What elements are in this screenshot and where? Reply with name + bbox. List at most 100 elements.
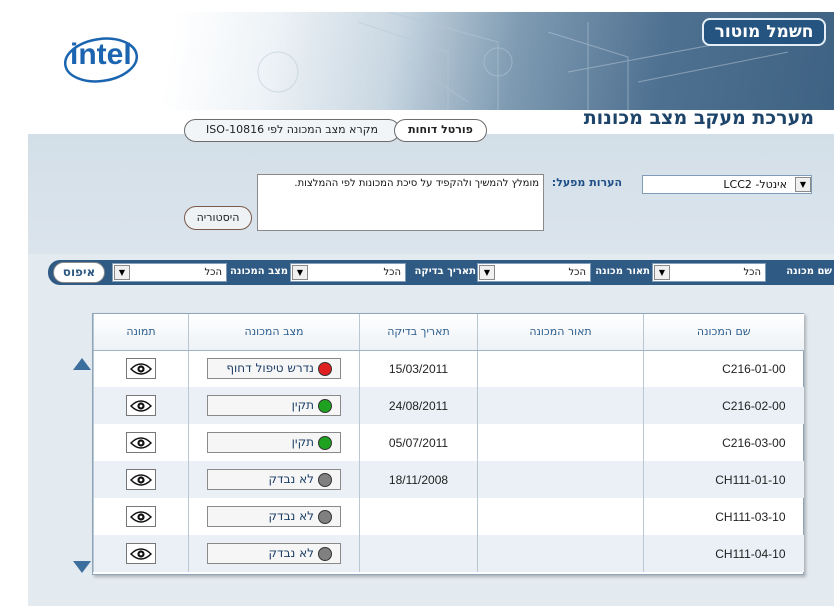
- filter-machine-desc-select[interactable]: הכל ▼: [477, 263, 591, 282]
- status-badge[interactable]: לא נבדק: [207, 506, 341, 527]
- eye-icon: [130, 363, 152, 375]
- machine-state-cell: תקין: [188, 424, 360, 461]
- status-badge[interactable]: תקין: [207, 395, 341, 416]
- check-date: 18/11/2008: [388, 472, 449, 487]
- filter-machine-name-value: הכל: [743, 267, 761, 278]
- column-header-name[interactable]: שם המכונה: [643, 314, 804, 351]
- status-text: לא נבדק: [268, 472, 314, 486]
- status-badge[interactable]: לא נבדק: [207, 469, 341, 490]
- machine-name[interactable]: CH111-04-10: [652, 547, 804, 561]
- check-date-cell: 15/03/2011: [359, 350, 478, 387]
- view-image-button[interactable]: [126, 543, 156, 564]
- machine-name-cell[interactable]: CH111-04-10: [643, 535, 804, 572]
- header-banner: intel חשמל מוטור: [28, 12, 834, 110]
- table-row[interactable]: C216-03-00 05/07/2011 תקין: [93, 424, 804, 461]
- status-badge[interactable]: תקין: [207, 432, 341, 453]
- view-image-button[interactable]: [126, 469, 156, 490]
- column-header-state[interactable]: מצב המכונה: [188, 314, 360, 351]
- status-text: לא נבדק: [268, 509, 314, 523]
- status-badge[interactable]: נדרש טיפול דחוף: [207, 358, 341, 380]
- machine-name-cell[interactable]: C216-02-00: [643, 387, 804, 424]
- check-date-cell: [359, 535, 478, 572]
- column-header-date[interactable]: תאריך בדיקה: [359, 314, 478, 351]
- machine-desc-cell: [477, 498, 644, 535]
- image-cell: [93, 387, 189, 424]
- eye-icon: [130, 437, 152, 449]
- machine-name-cell[interactable]: CH111-01-10: [643, 461, 804, 498]
- status-text: נדרש טיפול דחוף: [226, 361, 314, 376]
- machines-table: שם המכונה תאור המכונה תאריך בדיקה מצב המ…: [92, 313, 804, 575]
- machine-name[interactable]: CH111-01-10: [652, 473, 804, 487]
- check-date: 15/03/2011: [388, 361, 449, 376]
- machine-desc-cell: [477, 461, 644, 498]
- machine-state-cell: לא נבדק: [188, 461, 360, 498]
- filter-check-date-value: הכל: [383, 267, 401, 278]
- machine-name-cell[interactable]: C216-03-00: [643, 424, 804, 461]
- table-row[interactable]: CH111-03-10 לא נבדק: [93, 498, 804, 535]
- machine-name[interactable]: C216-03-00: [652, 436, 804, 450]
- column-header-image: תמונה: [93, 314, 189, 351]
- check-date: 24/08/2011: [388, 398, 449, 413]
- intel-logo: intel: [70, 38, 132, 71]
- machine-name[interactable]: C216-01-00: [652, 362, 804, 376]
- machine-name[interactable]: C216-02-00: [652, 399, 804, 413]
- machine-name-cell[interactable]: C216-01-00: [643, 350, 804, 387]
- filter-machine-state-label: מצב המכונה: [230, 266, 288, 277]
- status-indicator-icon: [318, 547, 332, 561]
- tab-iso-legend[interactable]: מקרא מצב המכונה לפי ISO-10816: [184, 119, 400, 142]
- filter-machine-state-select[interactable]: הכל ▼: [112, 263, 227, 282]
- status-text: תקין: [291, 435, 314, 449]
- chevron-down-icon[interactable]: ▼: [114, 265, 130, 280]
- machine-select[interactable]: אינטל- LCC2 ▼: [642, 175, 812, 194]
- table-row[interactable]: C216-01-00 15/03/2011 נדרש טיפול דחוף: [93, 350, 804, 387]
- chevron-down-icon[interactable]: ▼: [654, 265, 670, 280]
- machine-desc-cell: [477, 424, 644, 461]
- reset-button[interactable]: איפוס: [53, 262, 105, 283]
- filter-machine-state-value: הכל: [204, 267, 222, 278]
- column-header-desc[interactable]: תאור המכונה: [477, 314, 644, 351]
- machine-desc-cell: [477, 535, 644, 572]
- check-date-cell: 05/07/2011: [359, 424, 478, 461]
- status-badge[interactable]: לא נבדק: [207, 543, 341, 564]
- view-image-button[interactable]: [126, 506, 156, 527]
- history-button[interactable]: היסטוריה: [184, 206, 252, 230]
- filter-check-date-select[interactable]: הכל ▼: [290, 263, 406, 282]
- eye-icon: [130, 548, 152, 560]
- machine-state-cell: לא נבדק: [188, 535, 360, 572]
- status-text: לא נבדק: [268, 546, 314, 560]
- chevron-down-icon[interactable]: ▼: [292, 265, 308, 280]
- chevron-down-icon[interactable]: ▼: [795, 177, 811, 192]
- table-row[interactable]: C216-02-00 24/08/2011 תקין: [93, 387, 804, 424]
- image-cell: [93, 498, 189, 535]
- chevron-down-icon[interactable]: ▼: [479, 265, 495, 280]
- view-image-button[interactable]: [126, 432, 156, 453]
- machine-desc-cell: [477, 350, 644, 387]
- machine-name-cell[interactable]: CH111-03-10: [643, 498, 804, 535]
- tab-reports-portal[interactable]: פורטל דוחות: [394, 119, 487, 142]
- image-cell: [93, 424, 189, 461]
- triangle-down-icon[interactable]: [73, 561, 91, 573]
- status-text: תקין: [291, 398, 314, 412]
- machine-state-cell: נדרש טיפול דחוף: [188, 350, 360, 387]
- image-cell: [93, 461, 189, 498]
- filter-machine-name-label: שם מכונה: [786, 266, 832, 277]
- machine-name[interactable]: CH111-03-10: [652, 510, 804, 524]
- table-row[interactable]: CH111-01-10 18/11/2008 לא נבדק: [93, 461, 804, 498]
- status-indicator-icon: [318, 473, 332, 487]
- page-title: מערכת מעקב מצב מכונות: [583, 107, 814, 129]
- brand-tab[interactable]: חשמל מוטור: [702, 18, 826, 46]
- table-row[interactable]: CH111-04-10 לא נבדק: [93, 535, 804, 572]
- notes-label: הערות מפעל:: [551, 176, 622, 189]
- machine-state-cell: תקין: [188, 387, 360, 424]
- check-date-cell: 18/11/2008: [359, 461, 478, 498]
- view-image-button[interactable]: [126, 395, 156, 416]
- view-image-button[interactable]: [126, 358, 156, 380]
- machine-select-value: אינטל- LCC2: [723, 178, 787, 191]
- machine-desc-cell: [477, 387, 644, 424]
- filter-machine-name-select[interactable]: הכל ▼: [652, 263, 766, 282]
- status-indicator-icon: [318, 436, 332, 450]
- eye-icon: [130, 511, 152, 523]
- notes-textarea[interactable]: מומלץ להמשיך ולהקפיד על סיכת המכונות לפי…: [257, 174, 544, 231]
- triangle-up-icon[interactable]: [73, 358, 91, 370]
- check-date: 05/07/2011: [388, 435, 449, 450]
